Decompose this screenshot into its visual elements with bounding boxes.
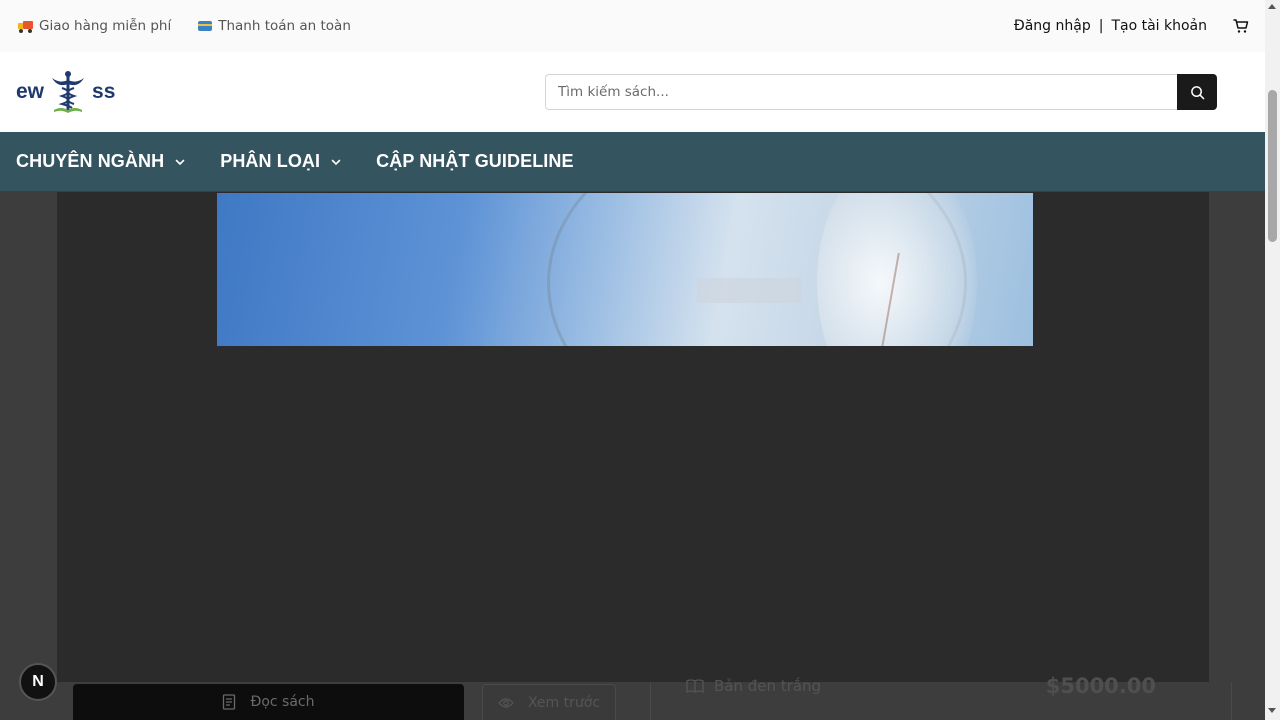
scrollbar-thumb[interactable] xyxy=(1268,90,1277,242)
read-book-button[interactable]: Đọc sách xyxy=(73,684,464,720)
search-input[interactable] xyxy=(545,74,1177,110)
search-bar xyxy=(545,74,1217,110)
perk-secure-payment: Thanh toán an toàn xyxy=(197,18,351,34)
perks-list: Giao hàng miễn phí Thanh toán an toàn xyxy=(18,18,351,34)
register-link[interactable]: Tạo tài khoản xyxy=(1111,18,1207,34)
format-label: Bản đen trắng xyxy=(714,677,822,695)
credit-card-icon xyxy=(197,21,212,31)
main-nav: CHUYÊN NGÀNH PHÂN LOẠI CẬP NHẬT GUIDELIN… xyxy=(0,132,1265,192)
n-badge-button[interactable]: N xyxy=(19,663,57,701)
n-badge-letter: N xyxy=(32,673,44,690)
logo-text-right: ss xyxy=(92,80,116,103)
account-links: Đăng nhập | Tạo tài khoản xyxy=(1014,18,1249,34)
top-utility-bar: Giao hàng miễn phí Thanh toán an toàn Đă… xyxy=(0,0,1265,52)
cart-icon[interactable] xyxy=(1233,18,1249,34)
nav-item-label: CẬP NHẬT GUIDELINE xyxy=(376,151,574,171)
truck-icon xyxy=(18,21,33,33)
nav-item-guideline-updates[interactable]: CẬP NHẬT GUIDELINE xyxy=(376,151,573,172)
perk-secure-payment-label: Thanh toán an toàn xyxy=(218,18,351,34)
preview-button[interactable]: Xem trước xyxy=(482,684,616,720)
nav-item-label: PHÂN LOẠI xyxy=(220,151,321,171)
read-book-label: Đọc sách xyxy=(250,694,315,710)
page-scrollbar[interactable] xyxy=(1265,0,1280,720)
search-button[interactable] xyxy=(1177,74,1217,110)
caduceus-icon xyxy=(48,70,88,114)
search-icon xyxy=(1190,85,1205,100)
chevron-down-icon xyxy=(330,156,342,168)
scroll-down-arrow-icon[interactable] xyxy=(1268,708,1276,713)
site-header: ew ss xyxy=(0,52,1265,132)
preview-label: Xem trước xyxy=(527,694,601,711)
book-cover-image xyxy=(217,193,1033,346)
login-link[interactable]: Đăng nhập xyxy=(1014,18,1091,34)
perk-free-shipping-label: Giao hàng miễn phí xyxy=(39,18,172,34)
format-label-group: Bản đen trắng xyxy=(686,677,821,695)
chevron-down-icon xyxy=(174,156,186,168)
perk-free-shipping: Giao hàng miễn phí xyxy=(18,18,171,34)
logo-text-left: ew xyxy=(16,80,45,103)
eye-icon xyxy=(498,697,514,709)
open-book-icon xyxy=(686,679,704,693)
nav-item-label: CHUYÊN NGÀNH xyxy=(16,151,165,171)
nav-item-specialty[interactable]: CHUYÊN NGÀNH xyxy=(16,151,186,172)
link-separator: | xyxy=(1098,18,1104,34)
scroll-up-arrow-icon[interactable] xyxy=(1268,4,1276,9)
site-logo[interactable]: ew ss xyxy=(16,70,115,114)
price-value: $5000.00 xyxy=(1045,674,1156,698)
price-option-bw[interactable]: Bản đen trắng $5000.00 xyxy=(686,672,1156,700)
nav-item-category[interactable]: PHÂN LOẠI xyxy=(220,151,342,172)
book-icon xyxy=(222,694,236,710)
